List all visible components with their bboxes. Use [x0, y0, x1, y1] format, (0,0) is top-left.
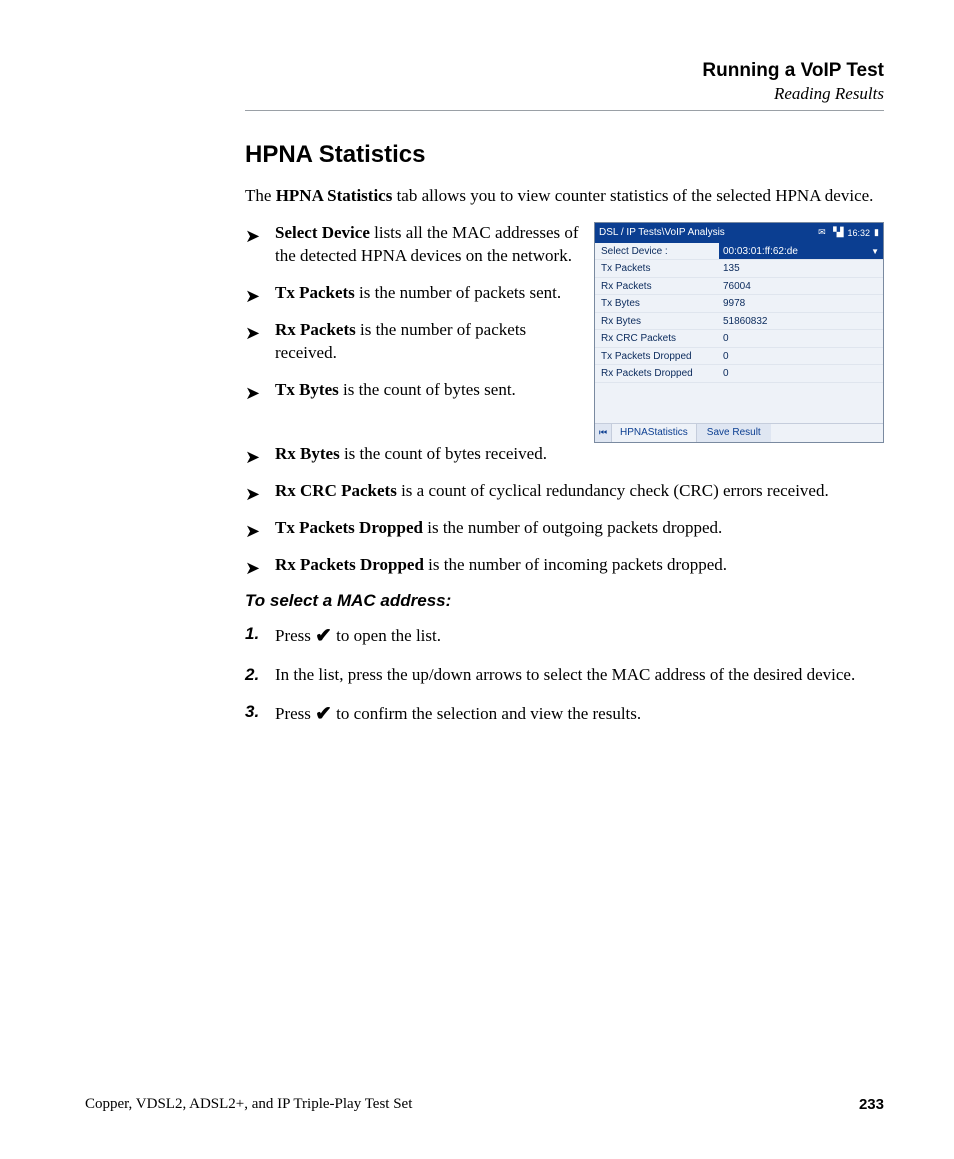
- arrow-icon: ➤: [245, 381, 260, 405]
- bullet-bold: Rx Packets: [275, 320, 356, 339]
- bullet-item: ➤ Tx Packets Dropped is the number of ou…: [245, 517, 884, 540]
- bullet-rest: is the number of incoming packets droppe…: [424, 555, 727, 574]
- bullet-item: ➤ Select Device lists all the MAC addres…: [245, 222, 584, 268]
- stat-value: 0: [719, 351, 883, 362]
- section-title: HPNA Statistics: [245, 141, 884, 169]
- bullet-item: ➤ Rx Packets is the number of packets re…: [245, 319, 584, 365]
- mail-icon: ✉: [818, 227, 826, 238]
- bullet-item: ➤ Rx Bytes is the count of bytes receive…: [245, 443, 884, 466]
- screenshot-titlebar: DSL / IP Tests\VoIP Analysis ✉ ▝▟ 16:32 …: [595, 223, 883, 243]
- step-item: 1. Press ✔ to open the list.: [245, 623, 884, 650]
- bullet-bold: Rx CRC Packets: [275, 481, 397, 500]
- bullet-rest: is the number of packets sent.: [355, 283, 561, 302]
- chapter-subtitle: Reading Results: [245, 84, 884, 104]
- save-result-button[interactable]: Save Result: [697, 424, 771, 442]
- signal-icon: ▝▟: [830, 227, 844, 238]
- screenshot-blank-area: [595, 383, 883, 423]
- arrow-icon: ➤: [245, 482, 260, 506]
- bullet-list-full: ➤ Rx Bytes is the count of bytes receive…: [245, 443, 884, 577]
- stat-row: Rx CRC Packets0: [595, 330, 883, 348]
- arrow-icon: ➤: [245, 445, 260, 469]
- stat-row: Rx Packets Dropped0: [595, 365, 883, 383]
- stat-label: Rx Packets: [595, 281, 719, 292]
- bullet-bold: Rx Packets Dropped: [275, 555, 424, 574]
- stat-row: Tx Bytes9978: [595, 295, 883, 313]
- stat-row: Tx Packets135: [595, 260, 883, 278]
- select-device-row: Select Device : 00:03:01:ff:62:de ▼: [595, 243, 883, 261]
- intro-text-pre: The: [245, 186, 276, 205]
- intro-paragraph: The HPNA Statistics tab allows you to vi…: [245, 185, 884, 208]
- titlebar-icons: ✉ ▝▟ 16:32 ▮: [818, 227, 879, 238]
- step-item: 2. In the list, press the up/down arrows…: [245, 664, 884, 687]
- bullet-list-left: ➤ Select Device lists all the MAC addres…: [245, 222, 584, 416]
- stat-label: Rx Bytes: [595, 316, 719, 327]
- step-item: 3. Press ✔ to confirm the selection and …: [245, 701, 884, 728]
- step-text-post: to open the list.: [332, 626, 441, 645]
- arrow-icon: ➤: [245, 224, 260, 248]
- bullet-rest: is the number of outgoing packets droppe…: [423, 518, 722, 537]
- stat-value: 9978: [719, 298, 883, 309]
- bullet-bold: Rx Bytes: [275, 444, 340, 463]
- screenshot-bottom-bar: ⏮ HPNAStatistics Save Result: [595, 423, 883, 442]
- footer-product-name: Copper, VDSL2, ADSL2+, and IP Triple-Pla…: [85, 1096, 412, 1113]
- clock-time: 16:32: [848, 228, 871, 238]
- page-number: 233: [859, 1096, 884, 1113]
- step-text: In the list, press the up/down arrows to…: [275, 665, 855, 684]
- bullet-bold: Tx Bytes: [275, 380, 339, 399]
- stat-value: 51860832: [719, 316, 883, 327]
- bullet-item: ➤ Tx Packets is the number of packets se…: [245, 282, 584, 305]
- bullet-bold: Tx Packets Dropped: [275, 518, 423, 537]
- stat-value: 0: [719, 368, 883, 379]
- intro-text-post: tab allows you to view counter statistic…: [392, 186, 873, 205]
- screenshot-title: DSL / IP Tests\VoIP Analysis: [599, 227, 725, 238]
- stat-value: 0: [719, 333, 883, 344]
- bullet-bold: Select Device: [275, 223, 370, 242]
- step-text-post: to confirm the selection and view the re…: [332, 704, 641, 723]
- step-text-pre: Press: [275, 704, 315, 723]
- stat-value: 135: [719, 263, 883, 274]
- battery-icon: ▮: [874, 227, 879, 238]
- bullet-bold: Tx Packets: [275, 283, 355, 302]
- arrow-icon: ➤: [245, 556, 260, 580]
- select-device-dropdown[interactable]: 00:03:01:ff:62:de ▼: [719, 243, 883, 260]
- step-number: 1.: [245, 623, 259, 646]
- prev-tab-button[interactable]: ⏮: [595, 424, 612, 442]
- stat-row: Rx Packets76004: [595, 278, 883, 296]
- stat-label: Rx CRC Packets: [595, 333, 719, 344]
- stat-label: Tx Packets Dropped: [595, 351, 719, 362]
- checkmark-icon: ✔: [315, 625, 332, 647]
- header-rule: [245, 110, 884, 111]
- stat-row: Rx Bytes51860832: [595, 313, 883, 331]
- stat-label: Tx Bytes: [595, 298, 719, 309]
- select-device-label: Select Device :: [595, 246, 719, 257]
- bullet-rest: is a count of cyclical redundancy check …: [397, 481, 829, 500]
- procedure-heading: To select a MAC address:: [245, 591, 884, 611]
- chevron-down-icon: ▼: [871, 247, 879, 256]
- stat-label: Rx Packets Dropped: [595, 368, 719, 379]
- bullet-item: ➤ Tx Bytes is the count of bytes sent.: [245, 379, 584, 402]
- page-footer: Copper, VDSL2, ADSL2+, and IP Triple-Pla…: [85, 1096, 884, 1113]
- step-number: 3.: [245, 701, 259, 724]
- bullet-item: ➤ Rx Packets Dropped is the number of in…: [245, 554, 884, 577]
- hpna-statistics-tab[interactable]: HPNAStatistics: [612, 424, 697, 442]
- stat-row: Tx Packets Dropped0: [595, 348, 883, 366]
- device-screenshot: DSL / IP Tests\VoIP Analysis ✉ ▝▟ 16:32 …: [594, 222, 884, 443]
- step-text-pre: Press: [275, 626, 315, 645]
- arrow-icon: ➤: [245, 284, 260, 308]
- arrow-icon: ➤: [245, 321, 260, 345]
- bullet-item: ➤ Rx CRC Packets is a count of cyclical …: [245, 480, 884, 503]
- select-device-value: 00:03:01:ff:62:de: [723, 246, 798, 257]
- procedure-steps: 1. Press ✔ to open the list. 2. In the l…: [245, 623, 884, 728]
- checkmark-icon: ✔: [315, 703, 332, 725]
- stat-value: 76004: [719, 281, 883, 292]
- stat-label: Tx Packets: [595, 263, 719, 274]
- intro-text-bold: HPNA Statistics: [276, 186, 393, 205]
- bullet-rest: is the count of bytes received.: [340, 444, 547, 463]
- arrow-icon: ➤: [245, 519, 260, 543]
- chapter-title: Running a VoIP Test: [245, 60, 884, 82]
- bullet-rest: is the count of bytes sent.: [339, 380, 516, 399]
- step-number: 2.: [245, 664, 259, 687]
